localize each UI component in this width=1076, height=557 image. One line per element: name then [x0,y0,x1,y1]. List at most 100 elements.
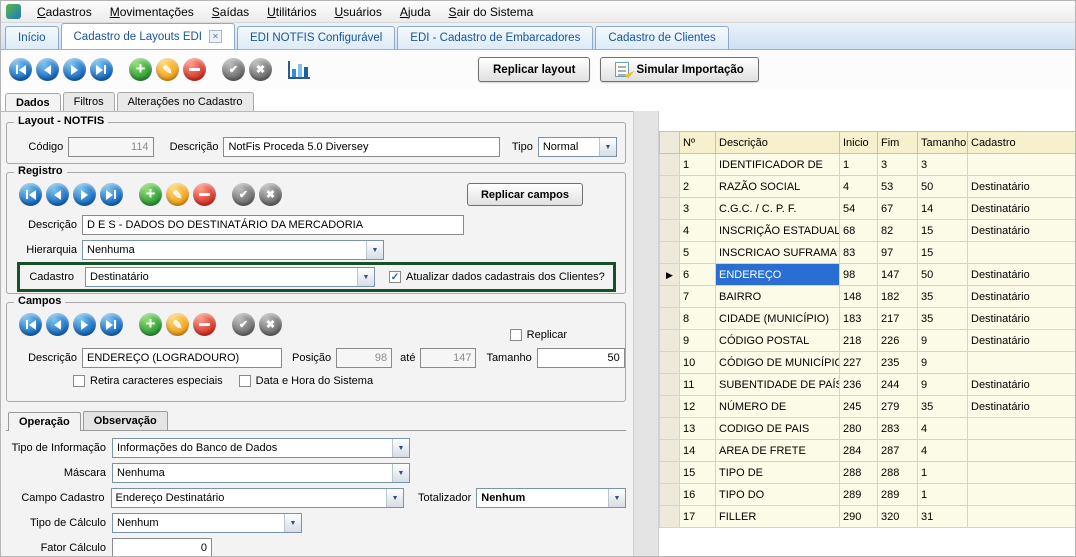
cell-inicio[interactable]: 98 [840,264,878,286]
cell-cadastro[interactable] [968,352,1076,374]
ate-field[interactable]: 147 [420,348,476,368]
campos-descricao-field[interactable]: ENDEREÇO (LOGRADOURO) [82,348,282,368]
cell-fim[interactable]: 287 [878,440,918,462]
cell-descricao[interactable]: TIPO DO [716,484,840,506]
campos-prev-button[interactable] [46,313,69,336]
menu-item-usuarios[interactable]: Usuários [325,2,390,22]
cell-cadastro[interactable] [968,484,1076,506]
column-header-cadastro[interactable]: Cadastro [968,132,1076,154]
optab-operacao[interactable]: Operação [8,412,81,431]
cell-fim[interactable]: 217 [878,308,918,330]
cell-inicio[interactable]: 280 [840,418,878,440]
cadastro-select[interactable]: Destinatário [85,267,375,287]
registro-prev-button[interactable] [46,183,69,206]
cell-fim[interactable]: 226 [878,330,918,352]
menu-item-saidas[interactable]: Saídas [203,2,258,22]
cell-tamanho[interactable]: 31 [918,506,968,528]
table-row[interactable]: 1IDENTIFICADOR DE133 [660,154,1076,176]
cell-tamanho[interactable]: 15 [918,220,968,242]
cell-fim[interactable]: 182 [878,286,918,308]
cell-tamanho[interactable]: 9 [918,374,968,396]
cell-inicio[interactable]: 218 [840,330,878,352]
cell-numero[interactable]: 16 [680,484,716,506]
layout-descricao-field[interactable]: NotFis Proceda 5.0 Diversey [223,137,499,157]
registro-delete-button[interactable] [193,183,216,206]
cell-descricao[interactable]: CIDADE (MUNICÍPIO) [716,308,840,330]
dropdown-arrow-icon[interactable] [357,268,374,286]
tab-edi-notfis-configuravel[interactable]: EDI NOTFIS Configurável [237,26,395,49]
campos-confirm-button[interactable] [232,313,255,336]
main-edit-button[interactable] [156,58,179,81]
cell-descricao[interactable]: IDENTIFICADOR DE [716,154,840,176]
tipo-calculo-select[interactable]: Nenhum [112,513,302,533]
cell-inicio[interactable]: 289 [840,484,878,506]
cell-tamanho[interactable]: 1 [918,462,968,484]
column-header-tamanho[interactable]: Tamanho [918,132,968,154]
dropdown-arrow-icon[interactable] [366,241,383,259]
cell-descricao[interactable]: AREA DE FRETE [716,440,840,462]
cell-cadastro[interactable]: Destinatário [968,176,1076,198]
menu-item-sair-do-sistema[interactable]: Sair do Sistema [440,2,543,22]
campos-last-button[interactable] [100,313,123,336]
cell-numero[interactable]: 5 [680,242,716,264]
registro-descricao-field[interactable]: D E S - DADOS DO DESTINATÁRIO DA MERCADO… [82,215,464,235]
registro-last-button[interactable] [100,183,123,206]
cell-cadastro[interactable]: Destinatário [968,330,1076,352]
cell-numero[interactable]: 13 [680,418,716,440]
cell-cadastro[interactable] [968,242,1076,264]
tab-cadastro-de-layouts-edi[interactable]: Cadastro de Layouts EDI [61,23,236,49]
cell-cadastro[interactable]: Destinatário [968,198,1076,220]
table-row[interactable]: 3C.G.C. / C. P. F.546714Destinatário [660,198,1076,220]
data-hora-checkbox[interactable]: Data e Hora do Sistema [239,375,373,387]
table-row[interactable]: 4INSCRIÇÃO ESTADUAL688215Destinatário [660,220,1076,242]
campos-edit-button[interactable] [166,313,189,336]
atualizar-clientes-checkbox[interactable]: Atualizar dados cadastrais dos Clientes? [389,271,605,283]
cell-cadastro[interactable]: Destinatário [968,220,1076,242]
table-row[interactable]: 5INSCRICAO SUFRAMA839715 [660,242,1076,264]
campos-next-button[interactable] [73,313,96,336]
subtab-filtros[interactable]: Filtros [63,92,115,111]
cell-tamanho[interactable]: 50 [918,176,968,198]
cell-inicio[interactable]: 236 [840,374,878,396]
cell-fim[interactable]: 320 [878,506,918,528]
cell-cadastro[interactable] [968,462,1076,484]
main-next-button[interactable] [63,58,86,81]
cell-numero[interactable]: 6 [680,264,716,286]
dropdown-arrow-icon[interactable] [392,464,409,482]
cell-inicio[interactable]: 183 [840,308,878,330]
cell-fim[interactable]: 283 [878,418,918,440]
registro-next-button[interactable] [73,183,96,206]
cell-tamanho[interactable]: 50 [918,264,968,286]
cell-descricao[interactable]: FILLER [716,506,840,528]
table-row[interactable]: 10CÓDIGO DE MUNICÍPIO2272359 [660,352,1076,374]
cell-numero[interactable]: 10 [680,352,716,374]
chart-icon[interactable] [288,61,310,79]
cell-tamanho[interactable]: 35 [918,396,968,418]
tamanho-field[interactable]: 50 [537,348,625,368]
dropdown-arrow-icon[interactable] [386,489,403,507]
registro-first-button[interactable] [19,183,42,206]
cell-numero[interactable]: 1 [680,154,716,176]
menu-item-movimentacoes[interactable]: Movimentações [101,2,203,22]
cell-tamanho[interactable]: 3 [918,154,968,176]
table-row[interactable]: 16TIPO DO2892891 [660,484,1076,506]
cell-descricao[interactable]: CÓDIGO POSTAL [716,330,840,352]
subtab-alteracoes-no-cadastro[interactable]: Alterações no Cadastro [117,92,254,111]
cell-numero[interactable]: 8 [680,308,716,330]
menu-item-ajuda[interactable]: Ajuda [391,2,440,22]
cell-numero[interactable]: 9 [680,330,716,352]
dropdown-arrow-icon[interactable] [608,489,625,507]
table-row[interactable]: 8CIDADE (MUNICÍPIO)18321735Destinatário [660,308,1076,330]
column-header-n[interactable]: Nº [680,132,716,154]
simular-importacao-button[interactable]: Simular Importação [600,57,758,82]
cell-fim[interactable]: 244 [878,374,918,396]
campo-cadastro-select[interactable]: Endereço Destinatário [111,488,405,508]
cell-numero[interactable]: 12 [680,396,716,418]
tipo-informacao-select[interactable]: Informações do Banco de Dados [112,438,410,458]
retira-caracteres-checkbox[interactable]: Retira caracteres especiais [73,375,223,387]
cell-inicio[interactable]: 1 [840,154,878,176]
table-row[interactable]: 2RAZÃO SOCIAL45350Destinatário [660,176,1076,198]
totalizador-select[interactable]: Nenhum [476,488,626,508]
table-row[interactable]: 14AREA DE FRETE2842874 [660,440,1076,462]
tab-edi-cadastro-de-embarcadores[interactable]: EDI - Cadastro de Embarcadores [397,26,593,49]
